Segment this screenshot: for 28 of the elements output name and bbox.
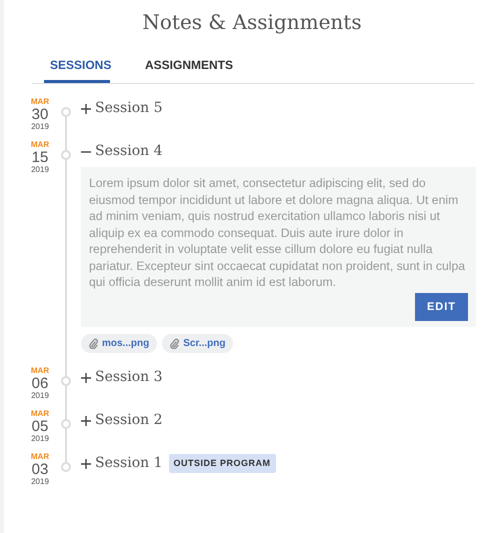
session-title[interactable]: Session 3: [95, 367, 163, 388]
date-month: MAR: [30, 453, 50, 461]
date-year: 2019: [30, 123, 50, 131]
date-year: 2019: [30, 392, 50, 400]
note-text: Lorem ipsum dolor sit amet, consectetur adipiscing elit, sed do eiusmod tempor incididunt ut labore et dolore magna aliqua. Ut enim ad minim veniam, quis nostrud exercitation ullamco laboris nisi ut aliquip ex ea commodo consequat. Duis aute irure dolor in reprehenderit in voluptate velit esse cillum dolore eu fugiat nulla pariatur. Excepteur sint occaecat cupidatat non proident, sunt in culpa qui officia deserunt mollit anim id est laborum.: [89, 175, 466, 290]
session-title[interactable]: Session 1: [95, 453, 163, 474]
date-day: 15: [28, 150, 52, 165]
tab[interactable]: ASSIGNMENTS: [134, 48, 244, 83]
date-year: 2019: [30, 166, 50, 174]
date-day: 30: [28, 107, 52, 122]
session-title[interactable]: Session 5: [95, 98, 163, 119]
date-month: MAR: [30, 141, 50, 149]
date-month: MAR: [30, 367, 50, 375]
date-year: 2019: [30, 478, 50, 486]
tab[interactable]: SESSIONS: [44, 48, 110, 83]
date-day: 06: [28, 376, 52, 391]
session-title[interactable]: Session 2: [95, 410, 163, 431]
page-title: Notes & Assignments: [141, 9, 363, 34]
date-year: 2019: [30, 435, 50, 443]
date-month: MAR: [30, 98, 50, 106]
attachment-chip[interactable]: mos...png: [81, 334, 158, 353]
edit-button[interactable]: EDIT: [414, 292, 468, 321]
date-day: 03: [28, 462, 52, 477]
attachment-chip[interactable]: Scr...png: [162, 334, 234, 353]
session-tag: OUTSIDE PROGRAM: [168, 454, 276, 474]
date-month: MAR: [30, 410, 50, 418]
date-day: 05: [28, 419, 52, 434]
session-title[interactable]: Session 4: [95, 141, 163, 162]
